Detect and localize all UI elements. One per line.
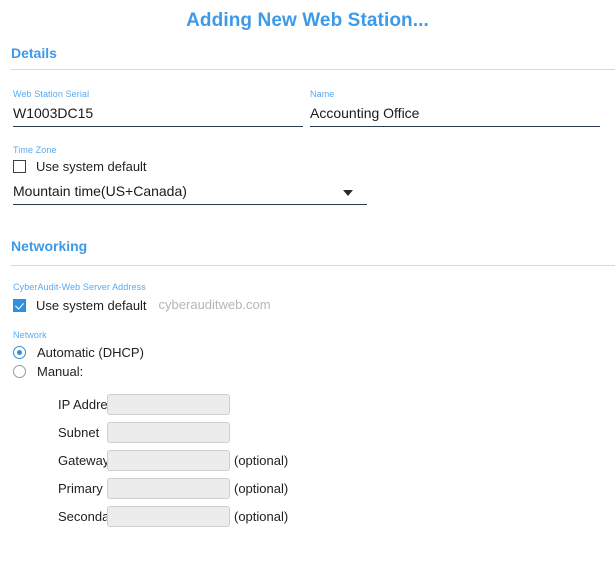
secondary-dns-optional-note: (optional) <box>234 508 289 524</box>
subnet-label: Subnet <box>58 424 100 440</box>
time-zone-select[interactable]: Mountain time(US+Canada) <box>13 182 367 205</box>
server-address-block: CyberAudit-Web Server Address Use system… <box>0 282 615 314</box>
primary-dns-input[interactable] <box>107 477 230 499</box>
time-zone-use-system-default-label: Use system default <box>36 159 147 174</box>
server-address-row: Use system default cyberauditweb.com <box>13 296 615 314</box>
details-section-divider <box>11 69 615 70</box>
details-fields-row: Web Station Serial W1003DC15 Name Accoun… <box>0 89 615 131</box>
networking-section-heading: Networking <box>11 238 88 254</box>
web-station-serial-field[interactable]: Web Station Serial W1003DC15 <box>13 89 303 127</box>
name-input[interactable]: Accounting Office <box>310 100 600 123</box>
network-option-manual-radio[interactable] <box>13 365 26 378</box>
time-zone-label: Time Zone <box>13 145 57 155</box>
ip-address-input[interactable] <box>107 393 230 415</box>
primary-dns-optional-note: (optional) <box>234 480 289 496</box>
manual-field-row: IP Address <box>13 390 615 418</box>
server-address-use-system-default-label: Use system default <box>36 297 147 313</box>
server-address-input[interactable]: cyberauditweb.com <box>159 296 530 314</box>
gateway-optional-note: (optional) <box>234 452 289 468</box>
time-zone-selected-value: Mountain time(US+Canada) <box>13 183 187 199</box>
web-station-serial-input[interactable]: W1003DC15 <box>13 100 303 123</box>
secondary-dns-input[interactable] <box>107 505 230 527</box>
manual-field-row: Subnet <box>13 418 615 446</box>
server-address-label: CyberAudit-Web Server Address <box>13 282 146 292</box>
primary-dns-label: Primary DNS <box>58 480 134 496</box>
manual-field-row: Primary DNS (optional) <box>13 474 615 502</box>
ip-address-label: IP Address <box>58 396 121 412</box>
manual-network-fields: IP Address Subnet Gateway (optional) Pri… <box>13 390 615 530</box>
time-zone-block: Time Zone Use system default Mountain ti… <box>0 145 615 205</box>
chevron-down-icon[interactable] <box>343 190 353 196</box>
name-field[interactable]: Name Accounting Office <box>310 89 600 127</box>
time-zone-use-system-default-checkbox[interactable] <box>13 160 26 173</box>
web-station-serial-underline <box>13 126 303 127</box>
secondary-dns-label: Secondary DNS <box>58 508 152 524</box>
page-title: Adding New Web Station... <box>186 10 429 31</box>
manual-field-row: Secondary DNS (optional) <box>13 502 615 530</box>
network-option-automatic-label: Automatic (DHCP) <box>37 345 144 360</box>
details-section: Details Web Station Serial W1003DC15 Nam… <box>0 45 615 205</box>
network-block: Network Automatic (DHCP) Manual: IP Addr… <box>0 330 615 530</box>
network-option-automatic-radio[interactable] <box>13 346 26 359</box>
network-label: Network <box>13 330 47 340</box>
networking-section-divider <box>11 265 615 266</box>
name-underline <box>310 126 600 127</box>
name-label: Name <box>310 89 335 99</box>
web-station-serial-label: Web Station Serial <box>13 89 90 99</box>
server-address-placeholder: cyberauditweb.com <box>158 297 271 312</box>
network-option-manual-label: Manual: <box>37 364 84 379</box>
network-option-manual-row[interactable]: Manual: <box>13 364 615 379</box>
gateway-label: Gateway <box>58 452 110 468</box>
gateway-input[interactable] <box>107 449 230 471</box>
server-address-use-system-default-checkbox[interactable] <box>13 298 26 312</box>
networking-section: Networking CyberAudit-Web Server Address… <box>0 238 615 530</box>
network-option-automatic-row[interactable]: Automatic (DHCP) <box>13 345 615 360</box>
time-zone-select-underline <box>13 204 367 205</box>
manual-field-row: Gateway (optional) <box>13 446 615 474</box>
time-zone-use-system-default-row[interactable]: Use system default <box>13 159 615 174</box>
details-section-heading: Details <box>11 45 57 61</box>
subnet-input[interactable] <box>107 421 230 443</box>
